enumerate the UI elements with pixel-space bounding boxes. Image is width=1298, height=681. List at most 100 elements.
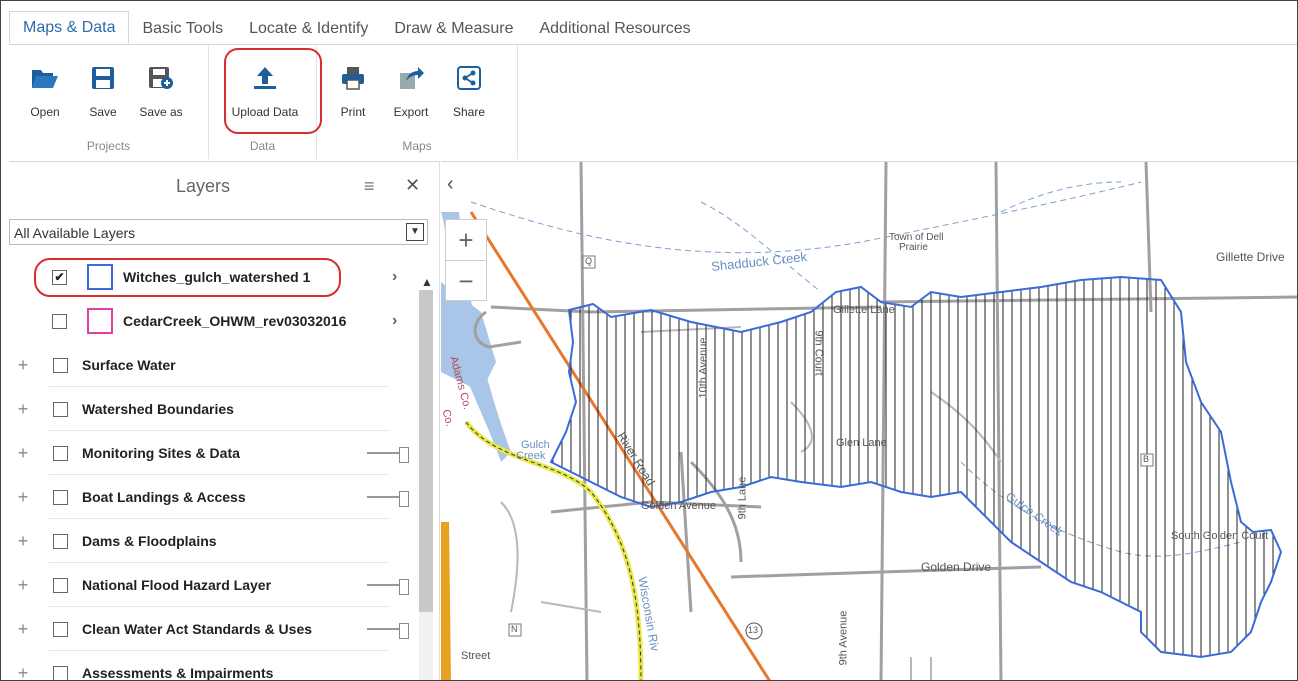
layer-group-monitoring-sites[interactable]: + Monitoring Sites & Data — [9, 431, 409, 475]
layer-color-swatch — [87, 308, 113, 334]
layer-group-name: Boat Landings & Access — [82, 489, 246, 505]
map-label-golden-avenue: Golden Avenue — [641, 500, 717, 512]
zoom-control: + − — [445, 219, 487, 301]
print-label: Print — [340, 105, 366, 119]
map-view[interactable]: Shadduck Creek Town of Dell Prairie Gill… — [440, 161, 1297, 680]
save-button[interactable]: Save — [75, 57, 131, 127]
layer-checkbox[interactable] — [53, 357, 68, 373]
share-icon — [454, 63, 484, 93]
upload-data-label: Upload Data — [231, 105, 299, 119]
layer-group-clean-water-act[interactable]: + Clean Water Act Standards & Uses — [9, 607, 409, 651]
layer-group-dams-floodplains[interactable]: + Dams & Floodplains — [9, 519, 409, 563]
expand-plus-icon[interactable]: + — [9, 531, 37, 552]
expand-plus-icon[interactable]: + — [9, 487, 37, 508]
maps-group-label: Maps — [402, 139, 432, 153]
map-label-golden-drive: Golden Drive — [921, 560, 992, 574]
expand-plus-icon[interactable]: + — [9, 399, 37, 420]
layer-filter-select[interactable]: All Available Layers ▼ — [9, 219, 428, 245]
chevron-down-icon: ▼ — [406, 223, 424, 241]
layer-checkbox[interactable] — [53, 489, 68, 505]
layer-group-name: Dams & Floodplains — [82, 533, 217, 549]
tab-additional-resources[interactable]: Additional Resources — [526, 13, 703, 44]
layer-checkbox[interactable] — [53, 665, 68, 680]
layer-name: Witches_gulch_watershed 1 — [123, 269, 311, 285]
route-shield-13: 13 — [748, 625, 759, 635]
tab-maps-data[interactable]: Maps & Data — [9, 11, 130, 44]
close-icon[interactable]: ✕ — [405, 175, 420, 196]
tab-basic-tools[interactable]: Basic Tools — [129, 13, 236, 44]
layer-checkbox[interactable]: ✔ — [52, 269, 67, 285]
zoom-in-button[interactable]: + — [446, 220, 486, 261]
map-label-south-golden-court: South Golden Court — [1171, 530, 1269, 542]
layer-group-watershed-boundaries[interactable]: + Watershed Boundaries — [9, 387, 409, 431]
ribbon-group-data: Upload Data Data — [209, 45, 317, 159]
layer-color-swatch — [87, 264, 113, 290]
expand-plus-icon[interactable]: + — [9, 575, 37, 596]
map-label-street: Street — [461, 650, 491, 662]
layer-checkbox[interactable] — [53, 401, 68, 417]
ribbon-group-maps: Print Export Share Maps — [317, 45, 518, 159]
layers-panel-title: Layers — [175, 176, 231, 196]
scrollbar-thumb[interactable] — [419, 290, 433, 612]
share-label: Share — [452, 105, 486, 119]
layer-checkbox[interactable] — [53, 445, 68, 461]
projects-group-label: Projects — [86, 139, 131, 153]
map-label-ninth-avenue: 9th Avenue — [837, 610, 850, 666]
tab-locate-identify[interactable]: Locate & Identify — [236, 13, 381, 44]
tab-draw-measure[interactable]: Draw & Measure — [381, 13, 526, 44]
collapse-panel-icon[interactable]: ‹ — [447, 173, 454, 196]
map-label-gillette-drive: Gillette Drive — [1216, 250, 1285, 264]
export-button[interactable]: Export — [383, 57, 439, 127]
opacity-slider[interactable] — [367, 579, 409, 595]
map-label-gulch-creek-left-2: Creek — [516, 450, 546, 462]
print-button[interactable]: Print — [325, 57, 381, 127]
layer-row-witches[interactable]: ✔ Witches_gulch_watershed 1 › — [9, 255, 409, 299]
expand-plus-icon[interactable]: + — [9, 355, 37, 376]
chevron-right-icon[interactable]: › — [392, 312, 397, 330]
map-label-tenth-avenue: 10th Avenue — [697, 337, 710, 399]
ribbon-tabs: Maps & Data Basic Tools Locate & Identif… — [9, 11, 704, 44]
floppy-disk-icon — [88, 63, 118, 93]
map-label-gillette-lane: Gillette Lane — [833, 304, 895, 316]
export-label: Export — [393, 105, 429, 119]
map-canvas — [441, 162, 1297, 680]
layers-panel-header: Layers ≡ ✕ — [9, 162, 439, 212]
opacity-slider[interactable] — [367, 491, 409, 507]
map-label-ninth-court: 9th Court — [812, 330, 825, 376]
layer-group-name: National Flood Hazard Layer — [82, 577, 272, 593]
save-label: Save — [89, 105, 117, 119]
layer-group-boat-landings[interactable]: + Boat Landings & Access — [9, 475, 409, 519]
open-button[interactable]: Open — [17, 57, 73, 127]
expand-plus-icon[interactable]: + — [9, 619, 37, 640]
save-as-button[interactable]: Save as — [133, 57, 189, 127]
upload-data-button[interactable]: Upload Data — [227, 57, 303, 127]
expand-plus-icon[interactable]: + — [9, 443, 37, 464]
layer-group-name: Watershed Boundaries — [82, 401, 234, 417]
list-menu-icon[interactable]: ≡ — [364, 176, 375, 197]
floppy-disk-plus-icon — [146, 63, 176, 93]
layer-group-assessments[interactable]: + Assessments & Impairments — [9, 651, 409, 681]
save-as-label: Save as — [139, 105, 183, 119]
layer-group-flood-hazard[interactable]: + National Flood Hazard Layer — [9, 563, 409, 607]
route-shield-n: N — [511, 624, 518, 634]
share-button[interactable]: Share — [441, 57, 497, 127]
upload-icon — [250, 63, 280, 93]
layer-name: CedarCreek_OHWM_rev03032016 — [123, 313, 347, 329]
zoom-out-button[interactable]: − — [446, 261, 486, 301]
layer-checkbox[interactable] — [53, 533, 68, 549]
layer-checkbox[interactable] — [53, 621, 68, 637]
layer-checkbox[interactable] — [52, 313, 67, 329]
layer-row-cedarcreek[interactable]: CedarCreek_OHWM_rev03032016 › — [9, 299, 409, 343]
opacity-slider[interactable] — [367, 447, 409, 463]
expand-plus-icon[interactable]: + — [9, 663, 37, 681]
map-label-ninth-lane: 9th Lane — [736, 476, 749, 520]
layer-filter-value: All Available Layers — [14, 225, 136, 241]
layer-group-name: Clean Water Act Standards & Uses — [82, 621, 313, 637]
map-label-glen-lane: Glen Lane — [836, 437, 887, 449]
printer-icon — [338, 63, 368, 93]
opacity-slider[interactable] — [367, 623, 409, 639]
layer-checkbox[interactable] — [53, 577, 68, 593]
scroll-up-icon[interactable]: ▲ — [421, 275, 433, 289]
layer-group-surface-water[interactable]: + Surface Water — [9, 343, 409, 387]
chevron-right-icon[interactable]: › — [392, 268, 397, 286]
